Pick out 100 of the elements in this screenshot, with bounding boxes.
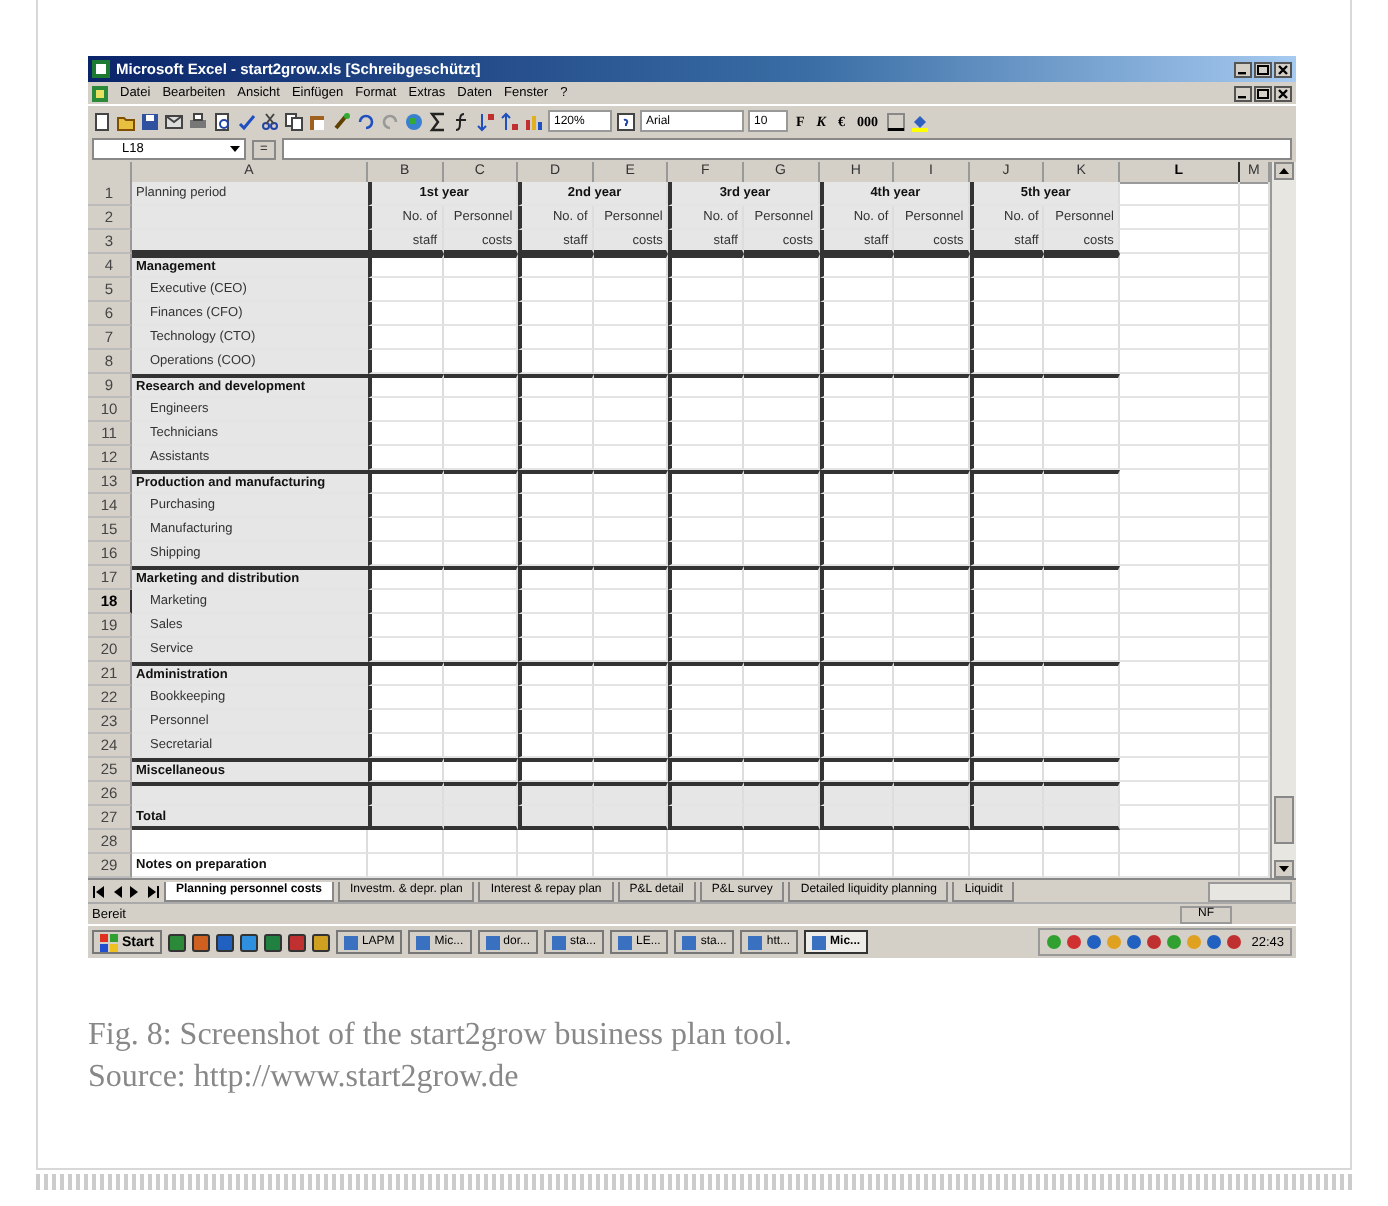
brush-icon[interactable] [332, 111, 352, 131]
table-cell [368, 830, 444, 854]
table-cell [593, 446, 669, 470]
table-cell [593, 854, 669, 878]
table-cell [819, 710, 895, 734]
table-cell [443, 398, 519, 422]
scroll-down-icon[interactable] [1273, 860, 1294, 878]
table-cell [1119, 206, 1240, 230]
table-cell [593, 734, 669, 758]
mail-icon[interactable] [164, 111, 184, 131]
table-cell [368, 710, 444, 734]
table-cell [668, 350, 744, 374]
minimize-icon[interactable] [1234, 61, 1252, 77]
chart-icon[interactable] [524, 111, 544, 131]
table-cell [894, 374, 970, 398]
table-cell [1119, 278, 1240, 302]
table-cell [368, 302, 444, 326]
minimize-icon[interactable] [1234, 85, 1252, 101]
table-cell [443, 494, 519, 518]
table-cell [743, 278, 820, 302]
close-icon[interactable] [1274, 85, 1292, 101]
table-cell [668, 854, 744, 878]
print-preview-icon[interactable] [212, 111, 232, 131]
table-cell [819, 542, 895, 566]
vertical-scrollbar[interactable] [1269, 162, 1296, 878]
save-icon[interactable] [140, 111, 160, 131]
table-cell [1119, 710, 1240, 734]
table-cell [969, 734, 1045, 758]
table-cell [668, 326, 744, 350]
spellcheck-icon[interactable] [236, 111, 256, 131]
clipboard-icon[interactable] [308, 111, 328, 131]
table-cell [1044, 806, 1120, 830]
table-cell [743, 422, 820, 446]
table-cell [668, 734, 744, 758]
new-file-icon[interactable] [92, 111, 112, 131]
table-cell [443, 782, 519, 806]
table-cell [443, 542, 519, 566]
table-cell [819, 662, 895, 686]
table-cell [969, 830, 1045, 854]
table-cell [368, 398, 444, 422]
border-icon[interactable] [885, 111, 906, 131]
table-cell [743, 854, 820, 878]
table-cell [368, 638, 444, 662]
table-cell [819, 254, 895, 278]
table-cell [668, 638, 744, 662]
sigma-icon[interactable] [428, 111, 448, 131]
table-cell [969, 782, 1045, 806]
table-cell [368, 518, 444, 542]
table-cell [668, 422, 744, 446]
table-cell [743, 830, 820, 854]
table-cell [1119, 662, 1240, 686]
table-cell [743, 710, 820, 734]
table-cell [743, 398, 820, 422]
table-cell [518, 782, 594, 806]
table-cell [443, 326, 519, 350]
table-cell [1119, 854, 1240, 878]
table-cell [593, 638, 669, 662]
table-cell [819, 854, 895, 878]
table-cell [1119, 806, 1240, 830]
folder-icon[interactable] [116, 111, 136, 131]
formula-field[interactable] [281, 138, 1292, 160]
table-cell [1119, 758, 1240, 782]
table-cell [668, 686, 744, 710]
table-cell [443, 470, 519, 494]
copy-icon[interactable] [284, 111, 304, 131]
table-cell [1044, 422, 1120, 446]
function-icon[interactable] [452, 111, 472, 131]
sort-ascending-icon[interactable] [476, 111, 496, 131]
horizontal-scrollbar[interactable] [1208, 881, 1292, 901]
scissors-icon[interactable] [260, 111, 280, 131]
table-cell [1044, 782, 1120, 806]
table-cell [443, 374, 519, 398]
sort-descending-icon[interactable] [500, 111, 520, 131]
table-cell [443, 278, 519, 302]
table-cell [1044, 686, 1120, 710]
table-cell [969, 662, 1045, 686]
printer-icon[interactable] [188, 111, 208, 131]
table-cell [443, 806, 519, 830]
dropdown-arrow-icon[interactable] [228, 142, 242, 156]
table-cell [894, 254, 970, 278]
close-icon[interactable] [1274, 61, 1292, 77]
table-cell [668, 662, 744, 686]
app-icon [748, 935, 763, 949]
undo-icon[interactable] [356, 111, 376, 131]
table-cell [1044, 494, 1120, 518]
table-cell [969, 470, 1045, 494]
table-cell [668, 518, 744, 542]
help-icon[interactable] [616, 111, 636, 131]
table-cell [1119, 254, 1240, 278]
table-cell [593, 662, 669, 686]
skip-arrow-icon[interactable] [92, 883, 106, 899]
scroll-up-icon[interactable] [1273, 162, 1294, 180]
table-cell [1044, 614, 1120, 638]
skip-arrow-icon[interactable] [146, 883, 160, 899]
table-cell [819, 494, 895, 518]
scroll-thumb[interactable] [1273, 796, 1294, 844]
table-cell [743, 374, 820, 398]
table-cell [593, 494, 669, 518]
table-cell [819, 422, 895, 446]
fill-color-icon[interactable] [909, 111, 930, 131]
